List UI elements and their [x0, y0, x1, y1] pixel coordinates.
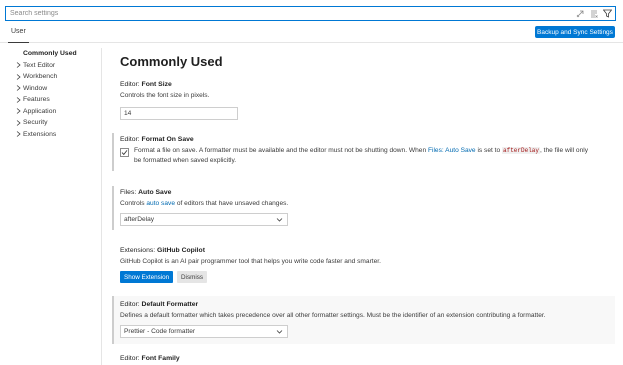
desc-text: Format a file on save. A formatter must …	[134, 147, 428, 154]
setting-description: Defines a default formatter which takes …	[120, 312, 546, 319]
setting-font-size: Editor: Font Size Controls the font size…	[112, 78, 615, 123]
desc-text: Controls	[120, 200, 147, 207]
search-input[interactable]	[6, 7, 566, 20]
setting-category: Editor:	[120, 81, 142, 88]
setting-name: Font Family	[141, 355, 180, 362]
modified-indicator	[112, 296, 114, 344]
setting-title: Editor: Font Family	[120, 355, 180, 362]
chevron-right-icon	[13, 85, 23, 92]
chevron-right-icon	[13, 73, 23, 80]
toc-item-label: Features	[23, 96, 50, 104]
page-title: Commonly Used	[120, 54, 223, 69]
desc-text: of editors that have unsaved changes.	[174, 200, 289, 207]
code-value: afterDelay	[502, 147, 541, 154]
modified-indicator	[112, 133, 114, 171]
setting-title: Editor: Format On Save	[120, 136, 194, 143]
setting-category: Editor:	[120, 301, 142, 308]
settings-toc: Commonly Used Text Editor Workbench Wind…	[0, 48, 100, 140]
toc-item-window[interactable]: Window	[0, 83, 100, 95]
setting-github-copilot: Extensions: GitHub Copilot GitHub Copilo…	[112, 244, 615, 289]
setting-description: Controls the font size in pixels.	[120, 92, 210, 99]
setting-description: GitHub Copilot is an AI pair programmer …	[120, 258, 381, 265]
setting-name: GitHub Copilot	[157, 247, 205, 254]
chevron-right-icon	[13, 108, 23, 115]
toc-item-commonly-used[interactable]: Commonly Used	[0, 48, 100, 60]
chevron-right-icon	[13, 96, 23, 103]
auto-save-select[interactable]: afterDelay	[120, 213, 288, 226]
toc-item-label: Application	[23, 107, 57, 115]
show-extension-button[interactable]: Show Extension	[120, 271, 174, 283]
toc-item-security[interactable]: Security	[0, 117, 100, 129]
toc-item-features[interactable]: Features	[0, 94, 100, 106]
desc-text: , the file will only	[540, 147, 589, 154]
setting-auto-save: Files: Auto Save Controls auto save of e…	[112, 186, 615, 230]
clear-search-icon[interactable]	[575, 9, 584, 18]
chevron-right-icon	[13, 62, 23, 69]
desc-text: is set to	[475, 147, 502, 154]
setting-name: Font Size	[141, 81, 172, 88]
setting-default-formatter: Editor: Default Formatter Defines a defa…	[112, 296, 615, 344]
setting-category: Editor:	[120, 355, 142, 362]
toc-item-label: Workbench	[23, 73, 58, 81]
clear-filter-icon[interactable]	[589, 9, 598, 18]
setting-category: Editor:	[120, 136, 142, 143]
checkmark-icon	[121, 150, 128, 156]
chevron-down-icon	[276, 328, 283, 337]
select-value: Prettier - Code formatter	[124, 328, 196, 335]
chevron-right-icon	[13, 119, 23, 126]
default-formatter-select[interactable]: Prettier - Code formatter	[120, 325, 288, 338]
setting-title: Editor: Font Size	[120, 81, 172, 88]
toc-item-label: Window	[23, 84, 48, 92]
setting-title: Editor: Default Formatter	[120, 301, 198, 308]
setting-name: Default Formatter	[141, 301, 199, 308]
modified-indicator	[112, 186, 114, 230]
settings-scope-bar: User Backup and Sync Settings	[0, 24, 623, 43]
setting-format-on-save: Editor: Format On Save Format a file on …	[112, 133, 615, 171]
toc-item-label: Extensions	[23, 130, 57, 138]
setting-title: Extensions: GitHub Copilot	[120, 247, 205, 254]
tab-user[interactable]: User	[8, 28, 29, 43]
setting-name: Auto Save	[138, 189, 172, 196]
select-value: afterDelay	[124, 216, 155, 223]
chevron-right-icon	[13, 131, 23, 138]
toc-item-extensions[interactable]: Extensions	[0, 129, 100, 141]
toc-item-application[interactable]: Application	[0, 106, 100, 118]
setting-name: Format On Save	[141, 136, 194, 143]
toc-item-text-editor[interactable]: Text Editor	[0, 60, 100, 72]
setting-title: Files: Auto Save	[120, 189, 171, 196]
dismiss-button[interactable]: Dismiss	[177, 271, 208, 283]
setting-description: Format a file on save. A formatter must …	[134, 146, 614, 166]
setting-description: Controls auto save of editors that have …	[120, 199, 288, 209]
sidebar-divider	[101, 48, 102, 365]
setting-category: Extensions:	[120, 247, 158, 254]
auto-save-link[interactable]: auto save	[146, 200, 175, 207]
auto-save-setting-link[interactable]: Files: Auto Save	[428, 147, 476, 154]
font-size-input[interactable]: 14	[120, 107, 238, 120]
settings-search-box[interactable]	[5, 6, 616, 21]
setting-font-family: Editor: Font Family	[112, 352, 615, 365]
toc-item-label: Text Editor	[23, 61, 56, 69]
toc-item-workbench[interactable]: Workbench	[0, 71, 100, 83]
chevron-down-icon	[276, 216, 283, 225]
search-tools	[575, 8, 612, 19]
filter-icon[interactable]	[603, 9, 612, 18]
format-on-save-checkbox[interactable]	[120, 148, 129, 157]
desc-text: be formatted when saved explicitly.	[134, 157, 237, 164]
backup-sync-button[interactable]: Backup and Sync Settings	[535, 26, 615, 38]
setting-category: Files:	[120, 189, 139, 196]
toc-item-label: Security	[23, 119, 48, 127]
